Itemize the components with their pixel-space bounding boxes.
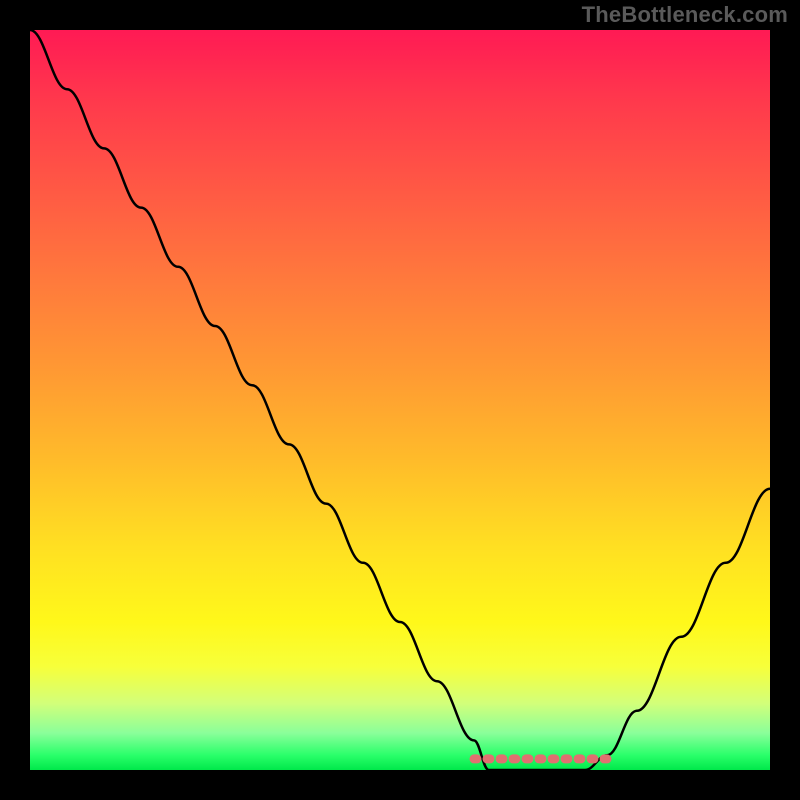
bottleneck-curve [30, 30, 770, 770]
plot-area [30, 30, 770, 770]
watermark-text: TheBottleneck.com [582, 2, 788, 28]
plot-svg [30, 30, 770, 770]
chart-frame: TheBottleneck.com [0, 0, 800, 800]
